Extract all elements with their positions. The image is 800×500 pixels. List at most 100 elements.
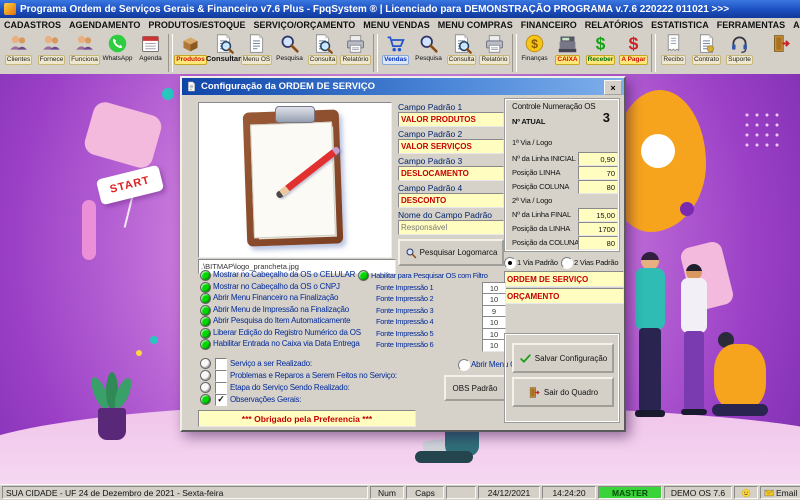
section-checkbox-etapa[interactable] (215, 382, 227, 394)
section-checkbox-servico[interactable] (215, 358, 227, 370)
decor-shape (162, 88, 174, 100)
close-icon[interactable]: × (604, 80, 622, 95)
illustration-person-sitting-right (712, 332, 776, 442)
menu-item-produtos-estoque[interactable]: PRODUTOS/ESTOQUE (144, 20, 249, 30)
status-email[interactable]: Email (760, 486, 800, 499)
status-date: 24/12/2021 (478, 486, 540, 499)
clipboard-logo-image (198, 102, 392, 258)
toolbar-button-fornecedores[interactable]: Fornece (35, 33, 68, 73)
decor-dots-grid (742, 110, 784, 152)
posicao-linha1-field[interactable]: 70 (578, 166, 618, 180)
window-titlebar[interactable]: Programa Ordem de Serviços Gerais & Fina… (0, 0, 800, 18)
fonte6-field[interactable]: 10 (482, 339, 506, 352)
menu-item-menu-compras[interactable]: MENU COMPRAS (434, 20, 517, 30)
menu-os-doc-icon (246, 33, 267, 54)
linha-final-field[interactable]: 15,00 (578, 208, 618, 222)
section-checkbox-problemas[interactable] (215, 370, 227, 382)
obs-padrao-button[interactable]: OBS Padrão (444, 375, 506, 401)
menu-item-ajuda[interactable]: AJUDA (789, 20, 800, 30)
option-led-menu-financeiro[interactable] (200, 293, 211, 304)
option-led-pesquisa-item[interactable] (200, 316, 211, 327)
mensagem-field[interactable]: *** Obrigado pela Preferencia *** (198, 410, 416, 427)
salvar-configuracao-button[interactable]: Salvar Configuração (512, 343, 614, 373)
toolbar-separator (373, 34, 378, 72)
menu-item-menu-vendas[interactable]: MENU VENDAS (359, 20, 434, 30)
radio-2-vias-padrao[interactable] (561, 257, 573, 269)
orcamento-name-field[interactable]: ORÇAMENTO (504, 288, 624, 304)
radio-abrir-menu-os[interactable] (458, 359, 470, 371)
option-led-liberar-edicao[interactable] (200, 328, 211, 339)
toolbar-button-vendas[interactable]: Vendas (379, 33, 412, 73)
os-name-field[interactable]: ORDEM DE SERVIÇO (504, 271, 624, 287)
green-check-icon (519, 352, 532, 365)
toolbar-button-consulta-os[interactable]: Consulta (306, 33, 339, 73)
campo2-field[interactable]: VALOR SERVIÇOS (398, 139, 504, 154)
option-led-filtro[interactable] (358, 270, 369, 281)
menu-item-cadastros[interactable]: CADASTROS (0, 20, 65, 30)
toolbar-button-recibo[interactable]: Recibo (657, 33, 690, 73)
toolbar-button-agenda[interactable]: Agenda (134, 33, 167, 73)
toolbar-button-pesquisa-os[interactable]: Pesquisa (273, 33, 306, 73)
posicao-linha2-field[interactable]: 1700 (578, 222, 618, 236)
menu-item-ferramentas[interactable]: FERRAMENTAS (713, 20, 789, 30)
toolbar-button-exit[interactable] (765, 33, 798, 73)
radio-1-via-padrao[interactable] (504, 257, 516, 269)
decor-shape (136, 350, 142, 356)
smiley-icon (741, 488, 751, 498)
nome-campo-field[interactable]: Responsável (398, 220, 504, 235)
toolbar-button-consultar[interactable]: Consultar (207, 33, 240, 73)
report-printer-icon (345, 33, 366, 54)
option-led-entrada-caixa[interactable] (200, 339, 211, 350)
linha-inicial-field[interactable]: 0,90 (578, 152, 618, 166)
statusbar: SUA CIDADE - UF 24 de Dezembro de 2021 -… (0, 484, 800, 500)
toolbar-button-contrato[interactable]: Contrato (690, 33, 723, 73)
status-user-master: MASTER (598, 486, 662, 499)
report-printer-icon (484, 33, 505, 54)
menu-item-agendamento[interactable]: AGENDAMENTO (65, 20, 144, 30)
decor-shape (82, 200, 96, 260)
menu-item-relatorios[interactable]: RELATÓRIOS (581, 20, 647, 30)
toolbar-button-consulta-vendas[interactable]: Consulta (445, 33, 478, 73)
menu-item-servico-orcamento[interactable]: SERVIÇO/ORÇAMENTO (250, 20, 360, 30)
toolbar-button-relatorio-vendas[interactable]: Relatório (478, 33, 511, 73)
clients-people-icon (8, 33, 29, 54)
application-window: Programa Ordem de Serviços Gerais & Fina… (0, 0, 800, 500)
option-led-celular[interactable] (200, 270, 211, 281)
menu-item-financeiro[interactable]: FINANCEIRO (517, 20, 581, 30)
campo3-label: Campo Padrão 3 (398, 156, 462, 166)
section-led-problemas[interactable] (200, 370, 211, 381)
toolbar-button-whatsapp[interactable]: WhatsApp (101, 33, 134, 73)
menu-item-estatistica[interactable]: ESTATISTICA (647, 20, 713, 30)
toolbar-button-pesquisa-vendas[interactable]: Pesquisa (412, 33, 445, 73)
nome-campo-label: Nome do Campo Padrão (398, 210, 492, 220)
campo4-field[interactable]: DESCONTO (398, 193, 504, 208)
desktop-wallpaper: START (0, 74, 800, 484)
toolbar-button-financas[interactable]: Finanças (518, 33, 551, 73)
posicao-coluna1-field[interactable]: 80 (578, 180, 618, 194)
toolbar-button-receber[interactable]: Receber (584, 33, 617, 73)
posicao-coluna2-field[interactable]: 80 (578, 236, 618, 250)
consult-doc-magnifier-icon (213, 33, 234, 54)
status-smiley (734, 486, 758, 499)
toolbar-button-produtos[interactable]: Produtos (174, 33, 207, 73)
campo3-field[interactable]: DESLOCAMENTO (398, 166, 504, 181)
dialog-titlebar[interactable]: Configuração da ORDEM DE SERVIÇO × (182, 78, 624, 95)
toolbar-button-caixa[interactable]: CAIXA (551, 33, 584, 73)
campo1-field[interactable]: VALOR PRODUTOS (398, 112, 504, 127)
section-checkbox-observacoes[interactable] (215, 394, 227, 406)
option-led-menu-impressao[interactable] (200, 305, 211, 316)
toolbar-button-funcionarios[interactable]: Funciona (68, 33, 101, 73)
toolbar-button-menu-os[interactable]: Menu OS (240, 33, 273, 73)
section-led-servico[interactable] (200, 358, 211, 369)
status-caps: Caps (406, 486, 444, 499)
toolbar-button-clientes[interactable]: Clientes (2, 33, 35, 73)
toolbar-button-suporte[interactable]: Suporte (723, 33, 756, 73)
toolbar-button-a-pagar[interactable]: A Pagar (617, 33, 650, 73)
employees-people-icon (74, 33, 95, 54)
toolbar-button-relatorio-os[interactable]: Relatório (339, 33, 372, 73)
sair-do-quadro-button[interactable]: Sair do Quadro (512, 377, 614, 407)
section-led-etapa[interactable] (200, 382, 211, 393)
section-led-observacoes[interactable] (200, 394, 211, 405)
option-led-cnpj[interactable] (200, 282, 211, 293)
pesquisar-logomarca-button[interactable]: Pesquisar Logomarca (398, 239, 504, 266)
